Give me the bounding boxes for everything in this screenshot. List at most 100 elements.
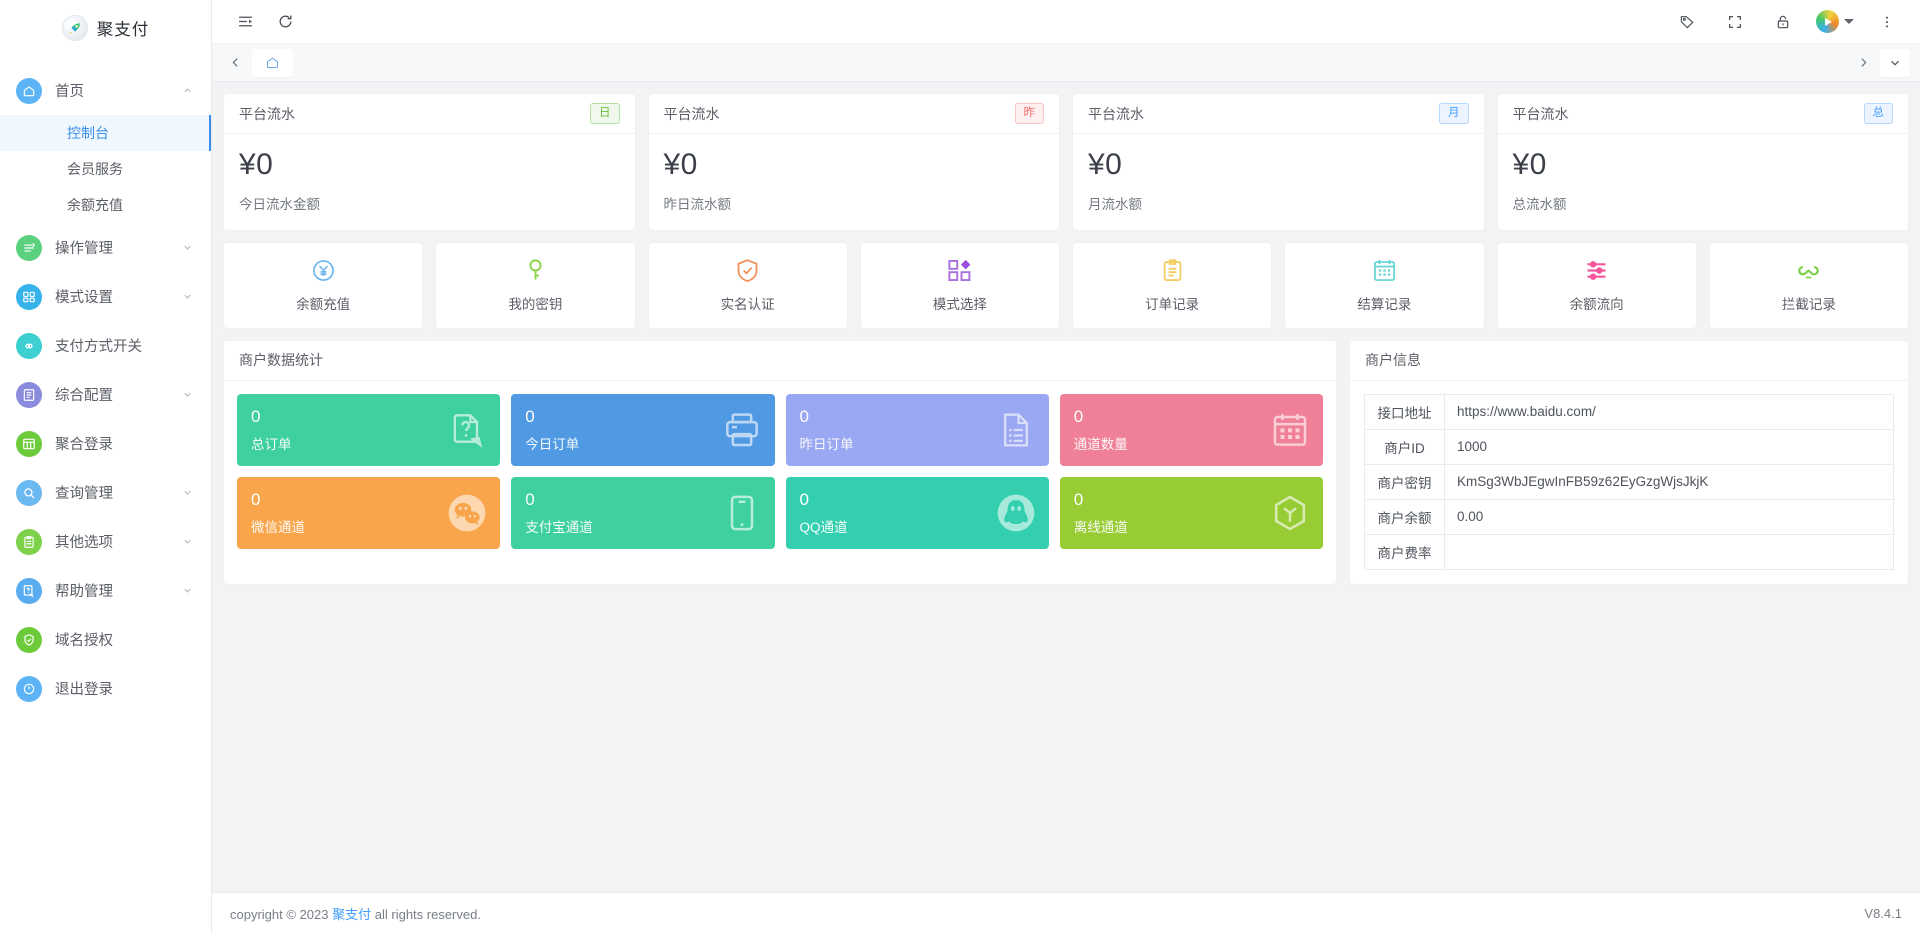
merchant-stats-panel: 商户数据统计 0 总订单 0 今日订单 — [224, 341, 1336, 584]
more-vertical-icon[interactable] — [1870, 5, 1904, 39]
chevron-down-icon[interactable] — [182, 536, 193, 547]
shortcut-my-key[interactable]: 我的密钥 — [436, 243, 634, 328]
chevron-up-icon[interactable] — [182, 85, 193, 96]
shield-check-icon — [734, 257, 761, 284]
shortcut-intercept-records[interactable]: 拦截记录 — [1710, 243, 1908, 328]
shortcut-balance-recharge[interactable]: 余额充值 — [224, 243, 422, 328]
footer: copyright © 2023 聚支付 all rights reserved… — [212, 892, 1920, 933]
status-badge: 总 — [1864, 103, 1894, 123]
chevron-down-icon[interactable] — [182, 242, 193, 253]
app-root: 聚支付 首页 控制台 会员服务 余额充值 — [0, 0, 1920, 933]
sliders-icon — [1583, 257, 1610, 284]
sidebar-item-help-management[interactable]: 帮助管理 — [0, 566, 211, 615]
sidebar-item-payment-switch[interactable]: 支付方式开关 — [0, 321, 211, 370]
shortcut-mode-select[interactable]: 模式选择 — [861, 243, 1059, 328]
doc-question-icon — [447, 410, 487, 450]
flow-card-title: 平台流水 — [1513, 104, 1569, 124]
refresh-icon[interactable] — [268, 5, 302, 39]
help-doc-icon — [16, 578, 42, 604]
stat-card-today-orders[interactable]: 0 今日订单 — [511, 394, 774, 466]
status-badge: 月 — [1439, 103, 1469, 123]
flow-card-body: ¥0 昨日流水额 — [649, 134, 1060, 230]
sidebar-group-home: 首页 控制台 会员服务 余额充值 — [0, 66, 211, 223]
flow-card-title: 平台流水 — [1088, 104, 1144, 124]
qq-penguin-icon — [996, 493, 1036, 533]
shortcut-order-records[interactable]: 订单记录 — [1073, 243, 1271, 328]
sidebar-item-general-config[interactable]: 综合配置 — [0, 370, 211, 419]
sidebar-item-label: 退出登录 — [55, 678, 211, 699]
lock-icon[interactable] — [1766, 5, 1800, 39]
stat-card-offline-channel[interactable]: 0 离线通道 — [1060, 477, 1323, 549]
tag-icon[interactable] — [1670, 5, 1704, 39]
info-key: 商户ID — [1365, 429, 1445, 464]
sidebar: 聚支付 首页 控制台 会员服务 余额充值 — [0, 0, 212, 933]
sidebar-item-member-service[interactable]: 会员服务 — [0, 151, 211, 187]
stat-card-wechat-channel[interactable]: 0 微信通道 — [237, 477, 500, 549]
tab-dropdown-button[interactable] — [1880, 49, 1910, 77]
calendar-dots-icon — [1371, 257, 1398, 284]
sidebar-item-mode-settings[interactable]: 模式设置 — [0, 272, 211, 321]
flow-card-header: 平台流水 昨 — [649, 94, 1060, 134]
flow-card-body: ¥0 月流水额 — [1073, 134, 1484, 230]
clipboard-lines-icon — [1159, 257, 1186, 284]
table-row: 商户费率 — [1365, 534, 1894, 569]
brand[interactable]: 聚支付 — [0, 0, 211, 44]
info-value: 0.00 — [1445, 499, 1894, 534]
sidebar-item-label: 帮助管理 — [55, 580, 182, 601]
sidebar-item-label: 操作管理 — [55, 237, 182, 258]
info-value: https://www.baidu.com/ — [1445, 394, 1894, 429]
stat-card-channel-count[interactable]: 0 通道数量 — [1060, 394, 1323, 466]
sidebar-item-other-options[interactable]: 其他选项 — [0, 517, 211, 566]
sidebar-item-label: 其他选项 — [55, 531, 182, 552]
sidebar-item-domain-auth[interactable]: 域名授权 — [0, 615, 211, 664]
shield-check-icon — [16, 627, 42, 653]
mode-icon — [16, 284, 42, 310]
printer-icon — [722, 410, 762, 450]
topbar-actions — [1670, 5, 1904, 39]
content-scroll: 平台流水 日 ¥0 今日流水金额 平台流水 昨 ¥0 昨日流水 — [212, 82, 1920, 892]
stat-card-yesterday-orders[interactable]: 0 昨日订单 — [786, 394, 1049, 466]
config-icon — [16, 382, 42, 408]
sidebar-item-balance-recharge[interactable]: 余额充值 — [0, 187, 211, 223]
sidebar-item-console[interactable]: 控制台 — [0, 115, 211, 151]
chevron-right-icon[interactable] — [1850, 50, 1876, 76]
flow-card-total: 平台流水 总 ¥0 总流水额 — [1498, 94, 1909, 230]
calendar-grid-icon — [1270, 410, 1310, 450]
sidebar-item-label: 首页 — [55, 80, 182, 101]
chevron-down-icon[interactable] — [182, 487, 193, 498]
stat-card-total-orders[interactable]: 0 总订单 — [237, 394, 500, 466]
info-value — [1445, 534, 1894, 569]
flow-cards-row: 平台流水 日 ¥0 今日流水金额 平台流水 昨 ¥0 昨日流水 — [224, 94, 1908, 230]
menu-collapse-icon[interactable] — [228, 5, 262, 39]
flow-card-header: 平台流水 月 — [1073, 94, 1484, 134]
tab-home[interactable] — [252, 49, 293, 77]
fullscreen-icon[interactable] — [1718, 5, 1752, 39]
sidebar-item-query-management[interactable]: 查询管理 — [0, 468, 211, 517]
shortcut-balance-flow[interactable]: 余额流向 — [1498, 243, 1696, 328]
shortcut-label: 余额流向 — [1570, 293, 1624, 313]
stat-card-qq-channel[interactable]: 0 QQ通道 — [786, 477, 1049, 549]
chevron-left-icon[interactable] — [222, 50, 248, 76]
chevron-down-icon[interactable] — [182, 389, 193, 400]
shortcut-real-name-auth[interactable]: 实名认证 — [649, 243, 847, 328]
shortcut-settlement-records[interactable]: 结算记录 — [1285, 243, 1483, 328]
flow-card-label: 今日流水金额 — [239, 193, 620, 213]
sidebar-item-label: 综合配置 — [55, 384, 182, 405]
shortcut-label: 订单记录 — [1145, 293, 1199, 313]
sidebar-item-label: 支付方式开关 — [55, 335, 211, 356]
table-row: 商户ID 1000 — [1365, 429, 1894, 464]
user-menu[interactable] — [1814, 10, 1856, 33]
status-badge: 昨 — [1015, 103, 1045, 123]
sidebar-item-aggregate-login[interactable]: 聚合登录 — [0, 419, 211, 468]
yuan-circle-icon — [310, 257, 337, 284]
sidebar-item-logout[interactable]: 退出登录 — [0, 664, 211, 713]
copyright-link[interactable]: 聚支付 — [332, 907, 371, 922]
sidebar-item-home[interactable]: 首页 — [0, 66, 211, 115]
chevron-down-icon[interactable] — [182, 291, 193, 302]
stat-card-alipay-channel[interactable]: 0 支付宝通道 — [511, 477, 774, 549]
chevron-down-icon[interactable] — [182, 585, 193, 596]
merchant-info-table: 接口地址 https://www.baidu.com/ 商户ID 1000 商户… — [1364, 394, 1894, 570]
copyright-suffix: all rights reserved. — [375, 907, 481, 922]
tabbar — [212, 44, 1920, 82]
sidebar-item-operation-management[interactable]: 操作管理 — [0, 223, 211, 272]
